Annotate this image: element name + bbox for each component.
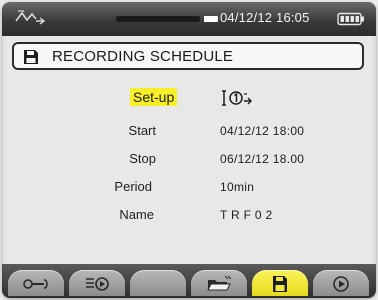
- setup-label[interactable]: Set-up: [130, 88, 178, 106]
- stop-label: Stop: [129, 151, 156, 166]
- name-value[interactable]: T R F 0 2: [220, 208, 273, 222]
- stop-value[interactable]: 06/12/12 18.00: [220, 152, 304, 166]
- list-play-icon: [86, 277, 109, 291]
- open-folder-key[interactable]: [191, 270, 247, 296]
- start-value[interactable]: 04/12/12 18:00: [220, 124, 304, 138]
- waveform-icon: [15, 10, 46, 25]
- list-play-key[interactable]: [69, 270, 125, 296]
- status-bar: 04/12/12 16:05: [2, 2, 376, 36]
- activity-bar: [116, 16, 200, 22]
- progress-indicator: [204, 16, 218, 22]
- floppy-disk-icon: [273, 276, 287, 292]
- battery-icon: [337, 12, 364, 26]
- page-title: RECORDING SCHEDULE: [52, 48, 234, 65]
- instrument-screen: 04/12/12 16:05 RECORDING SCHEDULE Set-up…: [2, 2, 376, 298]
- name-label: Name: [119, 207, 154, 222]
- start-label: Start: [128, 123, 156, 138]
- period-label: Period: [114, 179, 152, 194]
- floppy-disk-icon: [24, 50, 38, 64]
- wrench-key[interactable]: [8, 270, 64, 296]
- open-folder-icon: [207, 275, 232, 291]
- function-key-bar: [2, 264, 376, 298]
- play-circle-icon: [333, 276, 349, 292]
- wrench-icon: [23, 279, 48, 289]
- period-value[interactable]: 10min: [220, 180, 254, 194]
- save-key[interactable]: [252, 270, 308, 296]
- progress-fill: [204, 16, 217, 22]
- title-bar: RECORDING SCHEDULE: [12, 42, 364, 70]
- recording-config-icon[interactable]: [222, 89, 256, 107]
- blank-key[interactable]: [130, 270, 186, 296]
- play-key[interactable]: [313, 270, 369, 296]
- date-time: 04/12/12 16:05: [220, 10, 310, 25]
